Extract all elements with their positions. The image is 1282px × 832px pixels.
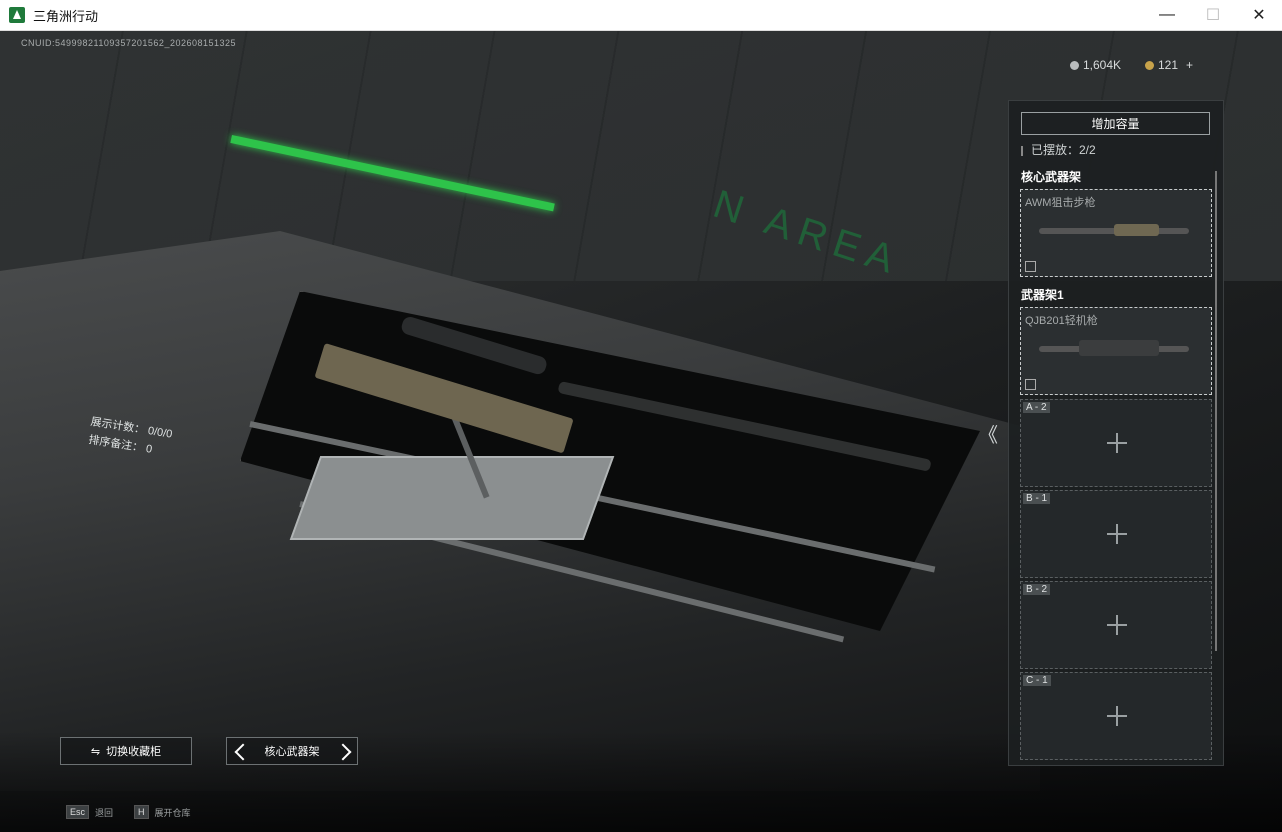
swap-icon: ⇋ [90,745,101,758]
weapon-mount [289,456,615,540]
slot-b-1[interactable]: B - 1 [1020,490,1212,578]
uid-label: CNUID:5499982110935720156​2_202608151325 [21,38,237,48]
core-rack-title: 核心武器架 [1021,170,1082,184]
panel-scrollbar[interactable] [1215,171,1217,651]
slot-tag: A - 2 [1023,402,1050,413]
weapon-rack-panel: 增加容量 已摆放：2/2 核心武器架 AWM狙击步枪 武器架1 QJB201轻机… [1008,100,1224,766]
gold-coin-icon [1145,60,1154,70]
silver-currency: 1,604K [1070,58,1121,72]
minimize-button[interactable]: — [1144,0,1190,30]
unlock-icon[interactable] [1025,379,1036,390]
app-logo-icon [9,7,25,23]
slot-tag: B - 1 [1023,493,1051,504]
maximize-button[interactable]: ☐ [1190,0,1236,30]
slot-weapon-name: AWM狙击步枪 [1025,197,1096,209]
awm-thumbnail [1039,224,1189,236]
rack-selector-label: 核心武器架 [264,746,320,758]
rack-selector: 核心武器架 [226,737,358,765]
slot-tag: C - 1 [1023,675,1051,686]
silver-amount: 1,604K [1083,58,1122,72]
slot-tag: B - 2 [1023,584,1051,595]
divider [1021,145,1023,156]
gold-amount: 121 [1158,58,1179,72]
h-label: 展开仓库 [154,807,191,818]
close-button[interactable]: ✕ [1236,0,1282,30]
plus-icon [1107,706,1127,726]
counter-value: 0/0/0 [147,425,174,441]
add-currency-button[interactable]: + [1186,58,1193,72]
esc-keycap: Esc [66,805,90,819]
slot-awm[interactable]: AWM狙击步枪 [1020,189,1212,277]
gold-currency: 121 + [1145,58,1193,72]
slot-weapon-name: QJB201轻机枪 [1025,315,1098,327]
slot-c-1[interactable]: C - 1 [1020,672,1212,760]
prev-rack-icon[interactable] [234,743,252,761]
plus-icon [1107,524,1127,544]
esc-hint[interactable]: Esc 退回 [66,802,113,822]
placed-count: 已摆放：2/2 [1021,141,1096,158]
plus-icon [1107,433,1127,453]
increase-capacity-button[interactable]: 增加容量 [1021,112,1210,135]
esc-label: 退回 [95,807,114,818]
slot-b-2[interactable]: B - 2 [1020,581,1212,669]
unlock-icon[interactable] [1025,261,1036,272]
next-rack-icon[interactable] [334,743,352,761]
qjb201-thumbnail [1039,340,1189,356]
plus-icon [1107,615,1127,635]
slot-a-2[interactable]: A - 2 [1020,399,1212,487]
switch-cabinet-button[interactable]: ⇋ 切换收藏柜 [60,737,192,765]
window-titlebar: 三角洲行动 — ☐ ✕ [0,0,1282,31]
window-title: 三角洲行动 [33,8,99,24]
collapse-arrow-icon[interactable]: 《 [978,419,998,448]
slot-qjb201[interactable]: QJB201轻机枪 [1020,307,1212,395]
switch-cabinet-label: 切换收藏柜 [106,746,162,758]
expand-warehouse-hint[interactable]: H 展开仓库 [134,802,191,822]
silver-coin-icon [1070,60,1079,70]
rack1-title: 武器架1 [1021,288,1064,302]
h-keycap: H [134,805,149,819]
